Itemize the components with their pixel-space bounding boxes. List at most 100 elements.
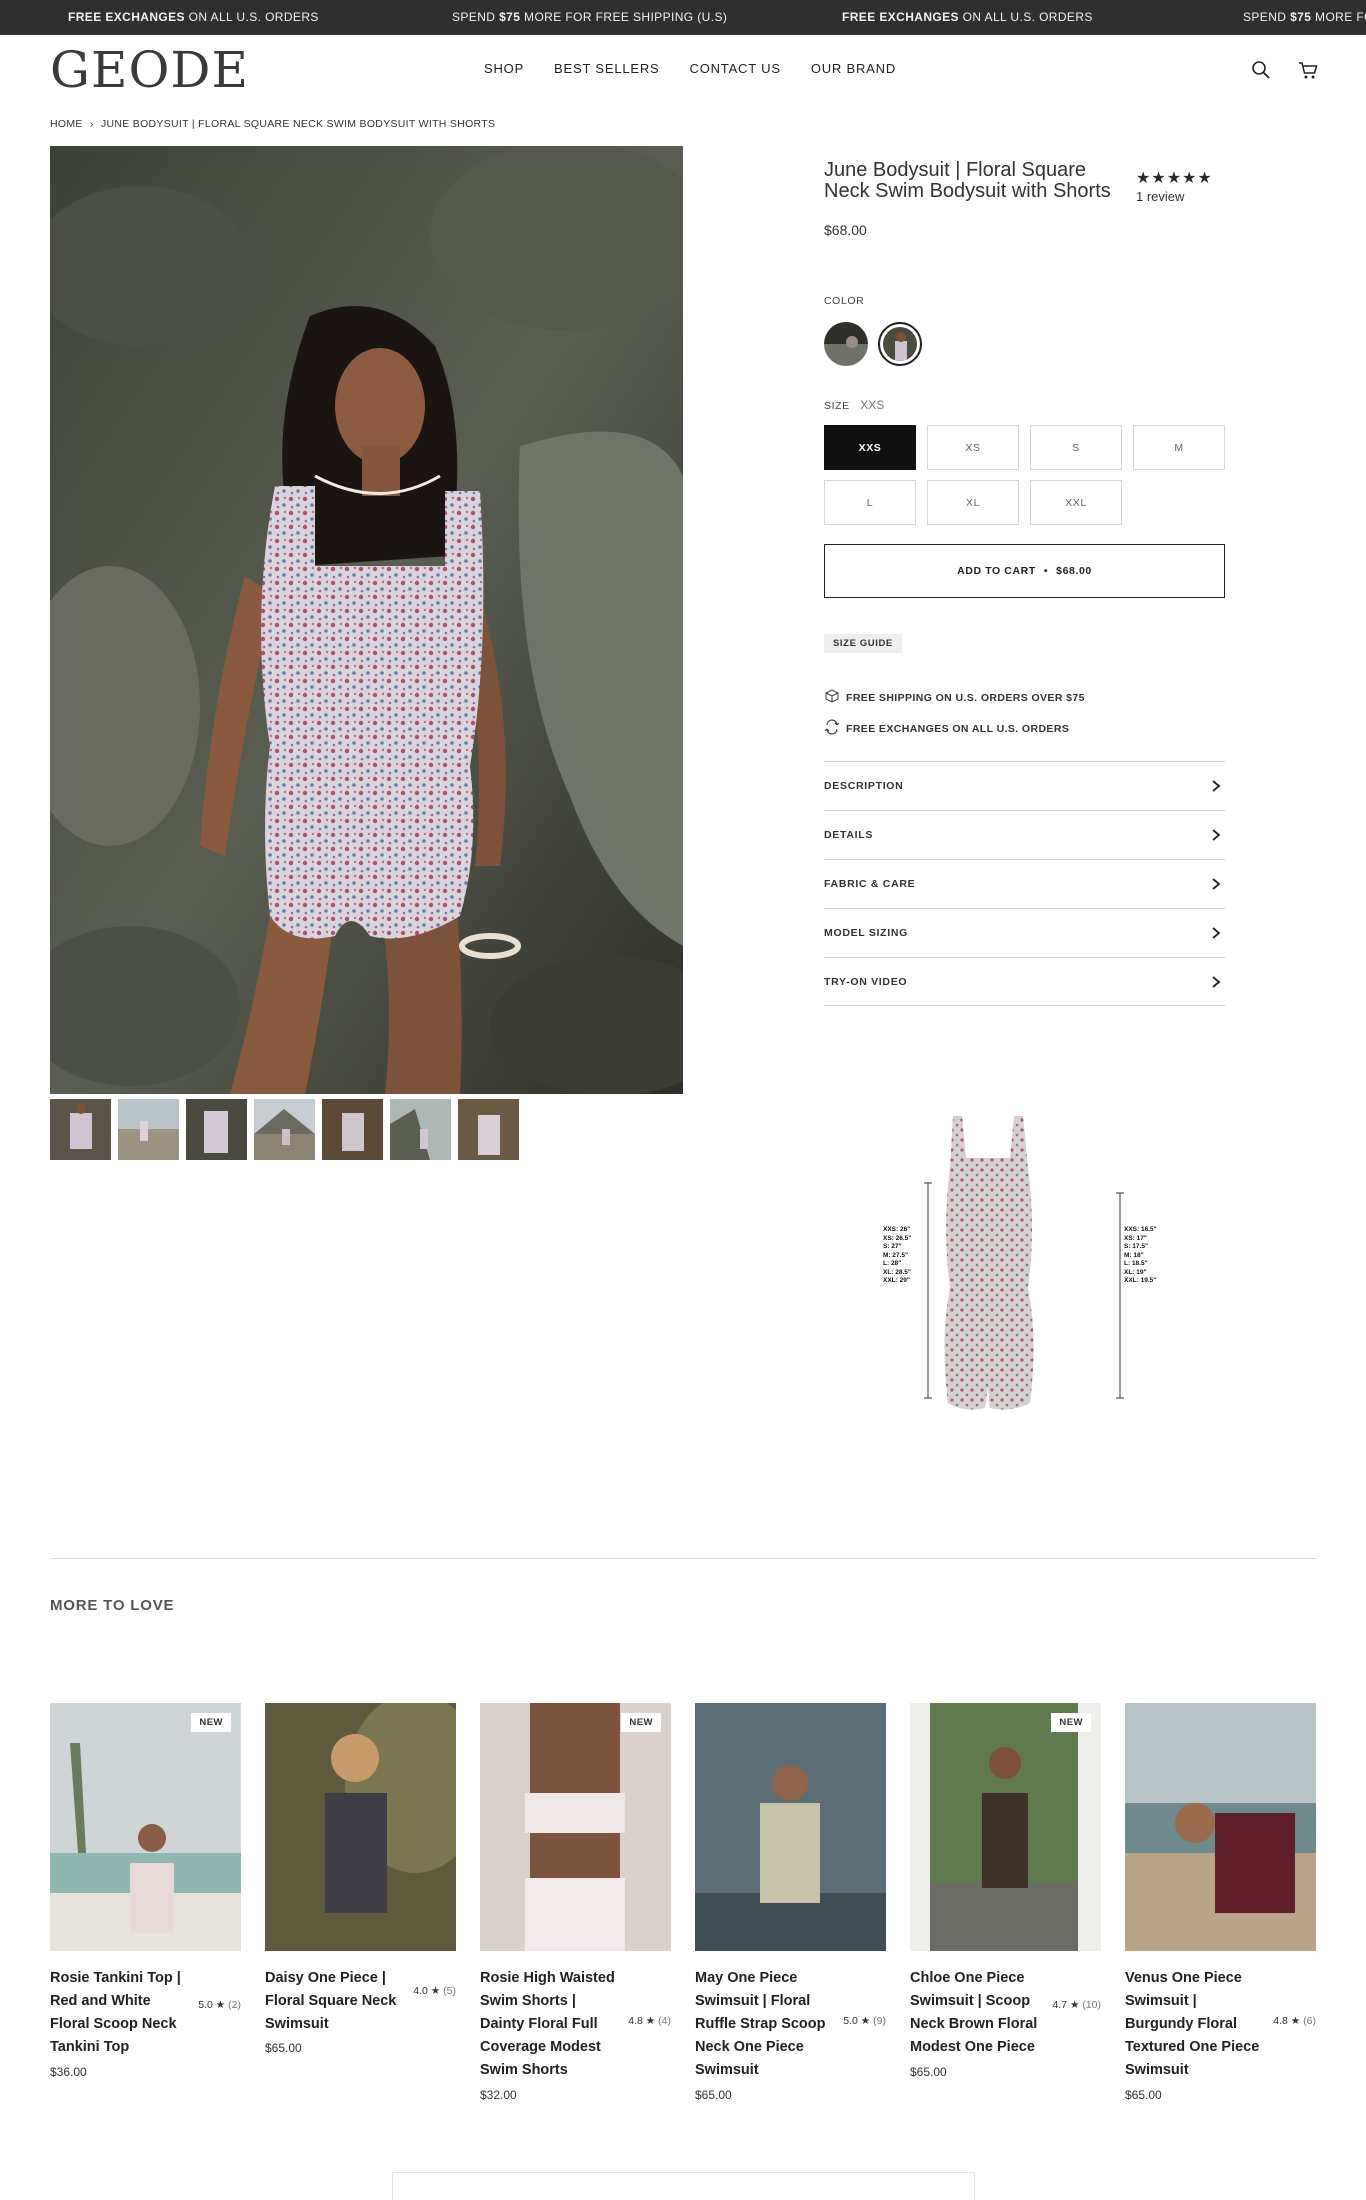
measurement: XXL: 29"	[883, 1277, 910, 1284]
product-card-name[interactable]: May One Piece Swimsuit | Floral Ruffle S…	[695, 1967, 835, 2082]
product-thumbnail[interactable]	[390, 1099, 451, 1160]
site-logo[interactable]: GEODE	[50, 41, 249, 99]
breadcrumb-current[interactable]: JUNE BODYSUIT | FLORAL SQUARE NECK SWIM …	[101, 118, 495, 130]
announcement-message: FREE EXCHANGES ON ALL U.S. ORDERS	[68, 10, 319, 24]
measurement: XXS: 16.5"	[1124, 1226, 1157, 1233]
size-option-xs[interactable]: XS	[927, 425, 1019, 470]
product-card-name[interactable]: Chloe One Piece Swimsuit | Scoop Neck Br…	[910, 1967, 1050, 2059]
nav-our-brand[interactable]: OUR BRAND	[811, 61, 896, 76]
product-card-rating: 5.0 ★ (9)	[843, 2015, 886, 2027]
product-card-image[interactable]: NEW	[50, 1703, 241, 1951]
main-product-image[interactable]	[50, 146, 683, 1094]
size-chart-image[interactable]: XXS: 26" XS: 26.5" S: 27" M: 27.5" L: 28…	[870, 1108, 1190, 1428]
measurement: XS: 26.5"	[883, 1234, 912, 1242]
add-to-cart-button[interactable]: ADD TO CART • $68.00	[824, 544, 1225, 598]
product-card-image[interactable]	[695, 1703, 886, 1951]
width-measurements: XXS: 16.5" XS: 17" S: 17.5" M: 18" L: 18…	[1124, 1226, 1157, 1286]
product-card-image[interactable]	[265, 1703, 456, 1951]
size-option-xl[interactable]: XL	[927, 480, 1019, 525]
product-card[interactable]: May One Piece Swimsuit | Floral Ruffle S…	[695, 1703, 886, 2102]
section-divider	[50, 1558, 1316, 1559]
add-to-cart-label: ADD TO CART	[957, 565, 1036, 577]
site-header: GEODE SHOP BEST SELLERS CONTACT US OUR B…	[0, 35, 1366, 105]
measurement: XS: 17"	[1124, 1234, 1147, 1242]
product-thumbnail[interactable]	[186, 1099, 247, 1160]
size-guide-button[interactable]: SIZE GUIDE	[824, 634, 902, 653]
product-card-price: $65.00	[695, 2088, 732, 2102]
product-title: June Bodysuit | Floral Square Neck Swim …	[824, 159, 1111, 202]
rating-value: 5.0 ★	[843, 2015, 871, 2027]
size-label-row: SIZE XXS	[824, 396, 884, 414]
product-card[interactable]: NEW Chloe One Piece Swimsuit | Scoop Nec…	[910, 1703, 1101, 2079]
measurement: S: 27"	[883, 1243, 902, 1250]
chevron-right-icon	[1209, 974, 1223, 990]
product-card-image[interactable]: NEW	[480, 1703, 671, 1951]
product-card-price: $65.00	[910, 2065, 947, 2079]
product-card[interactable]: Venus One Piece Swimsuit | Burgundy Flor…	[1125, 1703, 1316, 2102]
search-icon[interactable]	[1250, 59, 1272, 81]
size-label: SIZE	[824, 400, 850, 412]
color-swatch-dark[interactable]	[824, 322, 868, 366]
cart-icon[interactable]	[1297, 59, 1319, 81]
product-card[interactable]: Daisy One Piece | Floral Square Neck Swi…	[265, 1703, 456, 2055]
footer-box	[392, 2172, 975, 2200]
product-thumbnail[interactable]	[50, 1099, 111, 1160]
rating-value: 4.8 ★	[628, 2015, 656, 2027]
accordion-title: FABRIC & CARE	[824, 878, 916, 890]
exchange-icon	[824, 719, 840, 738]
product-card-image[interactable]	[1125, 1703, 1316, 1951]
chevron-right-icon	[1209, 827, 1223, 843]
product-card-rating: 4.7 ★ (10)	[1052, 1999, 1101, 2011]
rating-value: 4.7 ★	[1052, 1999, 1080, 2011]
breadcrumb: HOME › JUNE BODYSUIT | FLORAL SQUARE NEC…	[50, 118, 495, 130]
color-swatch-floral[interactable]	[878, 322, 922, 366]
accordion-try-on-video[interactable]: TRY-ON VIDEO	[824, 957, 1225, 1006]
measurement: M: 27.5"	[883, 1251, 909, 1259]
product-card[interactable]: NEW Rosie Tankini Top | Red and White Fl…	[50, 1703, 241, 2079]
product-card-name[interactable]: Daisy One Piece | Floral Square Neck Swi…	[265, 1967, 405, 2036]
accordion-title: MODEL SIZING	[824, 927, 909, 939]
product-card-price: $65.00	[1125, 2088, 1162, 2102]
accordion-title: DESCRIPTION	[824, 780, 904, 792]
product-card-rating: 4.8 ★ (4)	[628, 2015, 671, 2027]
more-to-love-title: MORE TO LOVE	[50, 1597, 175, 1614]
announcement-bar: FREE EXCHANGES ON ALL U.S. ORDERS SPEND …	[0, 0, 1366, 35]
nav-best-sellers[interactable]: BEST SELLERS	[554, 61, 659, 76]
breadcrumb-separator: ›	[89, 118, 94, 130]
accordion-description[interactable]: DESCRIPTION	[824, 761, 1225, 810]
main-nav: SHOP BEST SELLERS CONTACT US OUR BRAND	[484, 61, 896, 76]
rating-count: (10)	[1082, 1999, 1101, 2011]
perk-text: FREE EXCHANGES ON ALL U.S. ORDERS	[846, 722, 1070, 735]
accordion-details[interactable]: DETAILS	[824, 810, 1225, 859]
product-card-price: $65.00	[265, 2041, 302, 2055]
size-option-m[interactable]: M	[1133, 425, 1225, 470]
nav-contact-us[interactable]: CONTACT US	[690, 61, 781, 76]
size-option-xxs[interactable]: XXS	[824, 425, 916, 470]
announcement-message: FREE EXCHANGES ON ALL U.S. ORDERS	[842, 10, 1093, 24]
product-thumbnail[interactable]	[118, 1099, 179, 1160]
product-card[interactable]: NEW Rosie High Waisted Swim Shorts | Dai…	[480, 1703, 671, 2102]
review-count[interactable]: 1 review	[1136, 189, 1184, 204]
product-thumbnail[interactable]	[322, 1099, 383, 1160]
size-option-l[interactable]: L	[824, 480, 916, 525]
measurement: XL: 19"	[1124, 1268, 1147, 1276]
chevron-right-icon	[1209, 778, 1223, 794]
size-option-xxl[interactable]: XXL	[1030, 480, 1122, 525]
product-thumbnail[interactable]	[458, 1099, 519, 1160]
nav-shop[interactable]: SHOP	[484, 61, 524, 76]
accordion-fabric-care[interactable]: FABRIC & CARE	[824, 859, 1225, 908]
product-card-name[interactable]: Rosie High Waisted Swim Shorts | Dainty …	[480, 1967, 620, 2082]
size-option-s[interactable]: S	[1030, 425, 1122, 470]
breadcrumb-home[interactable]: HOME	[50, 118, 83, 130]
measurement: XXS: 26"	[883, 1226, 911, 1233]
accordion-title: TRY-ON VIDEO	[824, 976, 908, 988]
new-badge: NEW	[1051, 1713, 1091, 1732]
product-thumbnail[interactable]	[254, 1099, 315, 1160]
product-card-image[interactable]: NEW	[910, 1703, 1101, 1951]
product-card-name[interactable]: Venus One Piece Swimsuit | Burgundy Flor…	[1125, 1967, 1265, 2082]
product-card-name[interactable]: Rosie Tankini Top | Red and White Floral…	[50, 1967, 190, 2059]
selected-size-value: XXS	[860, 398, 885, 412]
accordion-model-sizing[interactable]: MODEL SIZING	[824, 908, 1225, 957]
rating-stars[interactable]: ★★★★★	[1136, 168, 1213, 188]
measurement: XL: 28.5"	[883, 1268, 912, 1276]
